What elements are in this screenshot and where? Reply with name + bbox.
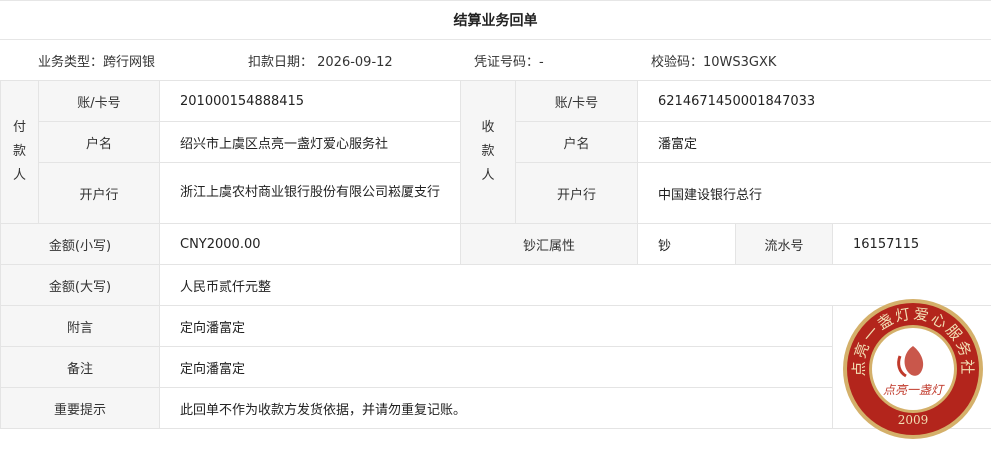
payer-bank: 浙江上虞农村商业银行股份有限公司崧厦支行 (159, 162, 461, 224)
check-code: 校验码：10WS3GXK (651, 54, 777, 70)
business-type: 业务类型：跨行网银 (38, 54, 156, 70)
payer-name: 绍兴市上虞区点亮一盏灯爱心服务社 (159, 121, 461, 163)
payee-name: 潘富定 (636, 121, 991, 163)
payee-bank: 中国建设银行总行 (636, 162, 991, 224)
amount-big-label: 金额(大写) (0, 264, 160, 306)
amount-small: CNY2000.00 (159, 223, 461, 265)
payer-name-label: 户名 (38, 121, 160, 163)
seal-year: 2009 (898, 413, 929, 427)
payee-bank-label: 开户行 (515, 162, 638, 224)
cash-attr: 钞 (637, 223, 736, 265)
receipt-meta: 业务类型：跨行网银 扣款日期： 2026-09-12 凭证号码：- 校验码：10… (0, 40, 991, 80)
voucher-number: 凭证号码：- (474, 54, 544, 70)
payee-side-label: 收款人 (460, 80, 516, 224)
receipt: 结算业务回单 业务类型：跨行网银 扣款日期： 2026-09-12 凭证号码：-… (0, 0, 991, 450)
payee-account-label: 账/卡号 (515, 80, 638, 122)
payer-account-label: 账/卡号 (38, 80, 160, 122)
amount-small-label: 金额(小写) (0, 223, 160, 265)
remark-label: 备注 (0, 346, 160, 388)
cash-attr-label: 钞汇属性 (460, 223, 638, 265)
page-title: 结算业务回单 (0, 0, 991, 40)
serial-number: 16157115 (831, 223, 991, 265)
payer-account: 201000154888415 (159, 80, 461, 122)
payer-side-label: 付款人 (0, 80, 39, 224)
payee-account: 6214671450001847033 (636, 80, 991, 122)
tip: 此回单不作为收款方发货依据，并请勿重复记账。 (159, 387, 833, 429)
seal-inner-text: 点亮一盏灯 (883, 383, 945, 397)
serial-label: 流水号 (735, 223, 833, 265)
payer-bank-label: 开户行 (38, 162, 160, 224)
remark: 定向潘富定 (159, 346, 833, 388)
debit-date: 扣款日期： 2026-09-12 (248, 54, 393, 70)
company-seal-icon: 点亮一盏灯爱心服务社 点亮一盏灯 2009 (843, 299, 983, 439)
postscript: 定向潘富定 (159, 305, 833, 347)
payee-name-label: 户名 (515, 121, 638, 163)
tip-label: 重要提示 (0, 387, 160, 429)
postscript-label: 附言 (0, 305, 160, 347)
